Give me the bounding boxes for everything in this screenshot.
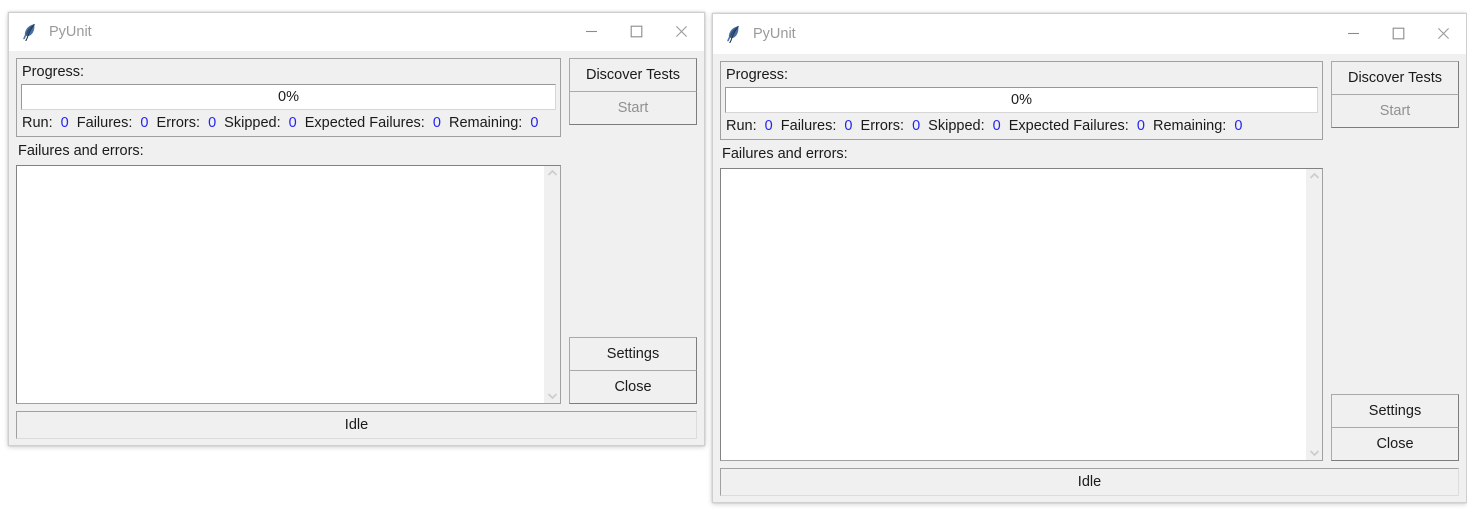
run-value: 0 <box>60 115 69 131</box>
remaining-value: 0 <box>1234 118 1243 134</box>
run-label: Run: <box>726 118 757 134</box>
failures-label: Failures: <box>780 118 837 134</box>
discover-tests-button[interactable]: Discover Tests <box>1331 61 1459 95</box>
window-title: PyUnit <box>753 25 796 42</box>
button-spacer <box>1331 128 1459 394</box>
titlebar-left: PyUnit <box>9 23 569 41</box>
chevron-up-icon[interactable] <box>547 169 558 177</box>
failures-and-errors-textarea[interactable] <box>720 168 1323 461</box>
minimize-button[interactable] <box>569 13 614 50</box>
run-value: 0 <box>764 118 773 134</box>
status-bar: Idle <box>16 411 697 439</box>
failures-label: Failures: <box>76 115 133 131</box>
chevron-down-icon[interactable] <box>1309 449 1320 457</box>
settings-button[interactable]: Settings <box>569 337 697 371</box>
remaining-value: 0 <box>530 115 539 131</box>
failures-and-errors-label: Failures and errors: <box>722 146 848 162</box>
window-controls <box>1331 14 1466 53</box>
button-spacer <box>569 125 697 337</box>
expected-failures-value: 0 <box>1136 118 1145 134</box>
main-column: Progress: 0% Run: 0 Failures: 0 Errors: … <box>720 61 1323 461</box>
minimize-icon <box>1348 32 1359 35</box>
titlebar-left: PyUnit <box>713 25 1331 43</box>
maximize-button[interactable] <box>614 13 659 50</box>
errors-value: 0 <box>208 115 217 131</box>
progress-percent-text: 0% <box>278 89 299 105</box>
titlebar[interactable]: PyUnit <box>713 14 1466 54</box>
maximize-icon <box>1392 27 1405 40</box>
status-bar: Idle <box>720 468 1459 496</box>
skipped-value: 0 <box>288 115 297 131</box>
chevron-up-icon[interactable] <box>1309 172 1320 180</box>
errors-label: Errors: <box>860 118 905 134</box>
maximize-button[interactable] <box>1376 14 1421 53</box>
expected-failures-value: 0 <box>432 115 441 131</box>
progress-bar: 0% <box>21 84 556 110</box>
expected-failures-label: Expected Failures: <box>1008 118 1129 134</box>
failures-and-errors-label: Failures and errors: <box>18 143 144 159</box>
maximize-icon <box>630 25 643 38</box>
errors-label: Errors: <box>156 115 201 131</box>
close-button[interactable] <box>659 13 704 50</box>
feather-icon <box>724 25 742 43</box>
action-button-column: Discover Tests Start Settings Close <box>569 58 697 404</box>
failures-and-errors-text[interactable] <box>721 169 1305 460</box>
discover-tests-button[interactable]: Discover Tests <box>569 58 697 92</box>
client-area: Progress: 0% Run: 0 Failures: 0 Errors: … <box>713 54 1466 502</box>
counts-line: Run: 0 Failures: 0 Errors: 0 Skipped: 0 … <box>725 116 1318 136</box>
body-row: Progress: 0% Run: 0 Failures: 0 Errors: … <box>720 61 1459 461</box>
counts-line: Run: 0 Failures: 0 Errors: 0 Skipped: 0 … <box>21 113 556 133</box>
progress-bar: 0% <box>725 87 1318 113</box>
progress-group: Progress: 0% Run: 0 Failures: 0 Errors: … <box>720 61 1323 140</box>
settings-button[interactable]: Settings <box>1331 394 1459 428</box>
close-icon <box>676 26 687 37</box>
action-button-column: Discover Tests Start Settings Close <box>1331 61 1459 461</box>
start-button[interactable]: Start <box>1331 94 1459 128</box>
desktop: PyUnit Progress: 0% Run: 0 Failures: 0 E… <box>0 0 1467 514</box>
chevron-down-icon[interactable] <box>547 392 558 400</box>
client-area: Progress: 0% Run: 0 Failures: 0 Errors: … <box>9 51 704 445</box>
skipped-value: 0 <box>992 118 1001 134</box>
progress-percent-text: 0% <box>1011 92 1032 108</box>
vertical-scrollbar[interactable] <box>1305 169 1322 460</box>
close-dialog-button[interactable]: Close <box>1331 427 1459 461</box>
skipped-label: Skipped: <box>928 118 985 134</box>
skipped-label: Skipped: <box>224 115 281 131</box>
main-column: Progress: 0% Run: 0 Failures: 0 Errors: … <box>16 58 561 404</box>
close-dialog-button[interactable]: Close <box>569 370 697 404</box>
remaining-label: Remaining: <box>448 115 523 131</box>
status-text: Idle <box>344 417 369 433</box>
window-controls <box>569 13 704 50</box>
failures-and-errors-textarea[interactable] <box>16 165 561 404</box>
minimize-button[interactable] <box>1331 14 1376 53</box>
start-button[interactable]: Start <box>569 91 697 125</box>
run-label: Run: <box>22 115 53 131</box>
errors-value: 0 <box>912 118 921 134</box>
failures-value: 0 <box>140 115 149 131</box>
titlebar[interactable]: PyUnit <box>9 13 704 51</box>
close-button[interactable] <box>1421 14 1466 53</box>
pyunit-window-1: PyUnit Progress: 0% Run: 0 Failures: 0 E… <box>8 12 705 446</box>
progress-label: Progress: <box>726 67 789 83</box>
window-title: PyUnit <box>49 23 92 40</box>
status-text: Idle <box>1077 474 1102 490</box>
feather-icon <box>20 23 38 41</box>
expected-failures-label: Expected Failures: <box>304 115 425 131</box>
progress-group: Progress: 0% Run: 0 Failures: 0 Errors: … <box>16 58 561 137</box>
minimize-icon <box>586 30 597 33</box>
failures-value: 0 <box>844 118 853 134</box>
remaining-label: Remaining: <box>1152 118 1227 134</box>
failures-and-errors-text[interactable] <box>17 166 543 403</box>
vertical-scrollbar[interactable] <box>543 166 560 403</box>
body-row: Progress: 0% Run: 0 Failures: 0 Errors: … <box>16 58 697 404</box>
pyunit-window-2: PyUnit Progress: 0% Run: 0 Failures: 0 E… <box>712 13 1467 503</box>
close-icon <box>1438 28 1449 39</box>
progress-label: Progress: <box>22 64 85 80</box>
